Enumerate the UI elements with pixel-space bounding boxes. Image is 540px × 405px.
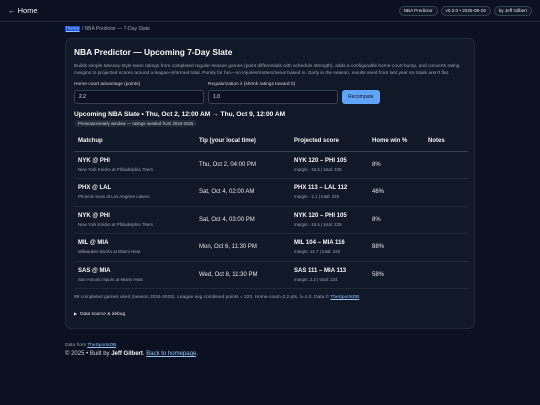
- hca-control: Home-court advantage (points): [74, 82, 204, 104]
- score-meta: margin: -15.5 | total: 225: [294, 166, 342, 172]
- matchup-code: NYK @ PHI: [78, 157, 110, 164]
- footer-source-suffix: .: [116, 343, 118, 348]
- table-header-row: Matchup Tip (your local time) Projected …: [74, 131, 468, 152]
- version-badge: v0.3.0 • 2025-08-19: [440, 5, 491, 16]
- header-projected: Projected score: [294, 131, 372, 152]
- debug-disclosure[interactable]: ▶ Data source & debug: [74, 311, 466, 317]
- author-badge: by Jeff Gilbert: [493, 5, 532, 16]
- notes-cell: [428, 206, 468, 234]
- home-win-pct: 58%: [372, 271, 385, 278]
- season-chip: Preseason/early window — ratings seeded …: [74, 120, 198, 127]
- table-row: PHX @ LAL Phoenix Suns at Los Angeles Lak…: [74, 178, 468, 207]
- recompute-button[interactable]: Recompute: [342, 90, 380, 104]
- tip-time: Mon, Oct 6, 11:30 PM: [199, 244, 257, 251]
- intro-text-after: -style team ratings from completed regul…: [74, 64, 460, 76]
- matchup-teams: New York Knicks at Philadelphia 76ers: [78, 166, 153, 172]
- breadcrumb: Home / NBA Predictor — 7-Day Slate: [65, 26, 150, 32]
- footer-source-prefix: Data from: [65, 343, 88, 348]
- header-notes: Notes: [428, 131, 468, 152]
- home-link[interactable]: ← Home: [8, 6, 38, 15]
- table-row: MIL @ MIA Milwaukee Bucks at Miami Heat M…: [74, 233, 468, 262]
- footer-copy-suffix: .: [196, 351, 198, 357]
- matchup-code: PHX @ LAL: [78, 185, 112, 192]
- controls-row: Home-court advantage (points) Regulariza…: [74, 82, 466, 104]
- header-badges: NBA Predictor v0.3.0 • 2025-08-19 by Jef…: [398, 5, 532, 16]
- page-title: NBA Predictor — Upcoming 7-Day Slate: [74, 47, 233, 57]
- tip-time: Sat, Oct 4, 02:00 AM: [199, 189, 255, 196]
- hca-input[interactable]: [74, 90, 204, 104]
- slate-title: Upcoming NBA Slate • Thu, Oct 2, 12:00 A…: [74, 111, 286, 118]
- matchup-teams: Phoenix Suns at Los Angeles Lakers: [78, 194, 150, 200]
- debug-label: Data source & debug: [80, 312, 126, 317]
- notes-cell: [428, 233, 468, 262]
- intro-text: Builds simple Massey-style team ratings …: [74, 63, 469, 77]
- matchup-teams: Milwaukee Bucks at Miami Heat: [78, 249, 141, 255]
- projected-score: MIL 104 – MIA 116: [294, 240, 345, 247]
- projected-score: PHX 113 – LAL 112: [294, 185, 348, 192]
- tip-time: Wed, Oct 8, 11:30 PM: [199, 271, 258, 278]
- slate-table: Matchup Tip (your local time) Projected …: [74, 131, 468, 289]
- score-meta: margin: -15.5 | total: 225: [294, 221, 342, 227]
- home-win-pct: 46%: [372, 189, 385, 196]
- matchup-teams: New York Knicks at Philadelphia 76ers: [78, 221, 153, 227]
- notes-cell: [428, 151, 468, 179]
- home-win-pct: 88%: [372, 244, 385, 251]
- intro-text-before: Builds simple: [74, 64, 104, 69]
- footer-copyright: © 2025 • Built by Jeff Gilbert. Back to …: [65, 351, 198, 357]
- regularization-control: Regularization λ (shrink ratings toward …: [208, 82, 338, 104]
- score-meta: margin: 2.2 | total: 224: [294, 276, 338, 282]
- table-row: NYK @ PHI New York Knicks at Philadelphia…: [74, 151, 468, 179]
- hca-label: Home-court advantage (points): [74, 82, 141, 87]
- app-name-badge: NBA Predictor: [398, 5, 438, 16]
- footer-author: Jeff Gilbert: [111, 351, 143, 357]
- disclosure-triangle-icon: ▶: [74, 311, 78, 316]
- back-to-homepage-link[interactable]: Back to homepage: [146, 351, 196, 357]
- home-win-pct: 8%: [372, 216, 381, 223]
- breadcrumb-current: NBA Predictor — 7-Day Slate: [84, 26, 150, 32]
- notes-cell: [428, 178, 468, 207]
- score-meta: margin: 12.7 | total: 220: [294, 249, 341, 255]
- tip-time: Thu, Oct 2, 04:00 PM: [199, 161, 257, 168]
- footer-copy-prefix: © 2025 • Built by: [65, 351, 112, 357]
- footer-source-link[interactable]: TheSportsDB: [87, 343, 116, 348]
- header-tip: Tip (your local time): [199, 131, 294, 152]
- projected-score: SAS 111 – MIA 113: [294, 267, 347, 274]
- intro-text-emphasis: Massey: [103, 64, 121, 69]
- matchup-code: SAS @ MIA: [78, 267, 111, 274]
- regularization-input[interactable]: [208, 90, 338, 104]
- score-meta: margin: -1.1 | total: 225: [294, 194, 340, 200]
- projected-score: NYK 120 – PHI 105: [294, 212, 347, 219]
- header-win: Home win %: [372, 131, 428, 152]
- footnote-text: 99 completed games used (season 2024-202…: [74, 295, 331, 300]
- table-row: SAS @ MIA San Antonio Spurs at Miami Heat…: [74, 261, 468, 289]
- footer-source: Data from TheSportsDB.: [65, 343, 198, 348]
- top-bar: ← Home NBA Predictor v0.3.0 • 2025-08-19…: [0, 0, 540, 22]
- notes-cell: [428, 261, 468, 289]
- matchup-code: MIL @ MIA: [78, 240, 109, 247]
- table-row: NYK @ PHI New York Knicks at Philadelphia…: [74, 206, 468, 234]
- projected-score: NYK 120 – PHI 105: [294, 157, 347, 164]
- matchup-code: NYK @ PHI: [78, 212, 110, 219]
- footnote-source-link[interactable]: TheSportsDB: [330, 295, 359, 300]
- tip-time: Sat, Oct 4, 03:00 PM: [199, 216, 255, 223]
- regularization-label: Regularization λ (shrink ratings toward …: [208, 82, 296, 87]
- home-win-pct: 8%: [372, 161, 381, 168]
- data-footnote: 99 completed games used (season 2024-202…: [74, 295, 466, 300]
- page-footer: Data from TheSportsDB. © 2025 • Built by…: [65, 343, 198, 357]
- matchup-teams: San Antonio Spurs at Miami Heat: [78, 276, 143, 282]
- header-matchup: Matchup: [74, 131, 199, 152]
- breadcrumb-home-link[interactable]: Home: [65, 26, 81, 32]
- predictor-card: NBA Predictor — Upcoming 7-Day Slate Bui…: [65, 38, 475, 329]
